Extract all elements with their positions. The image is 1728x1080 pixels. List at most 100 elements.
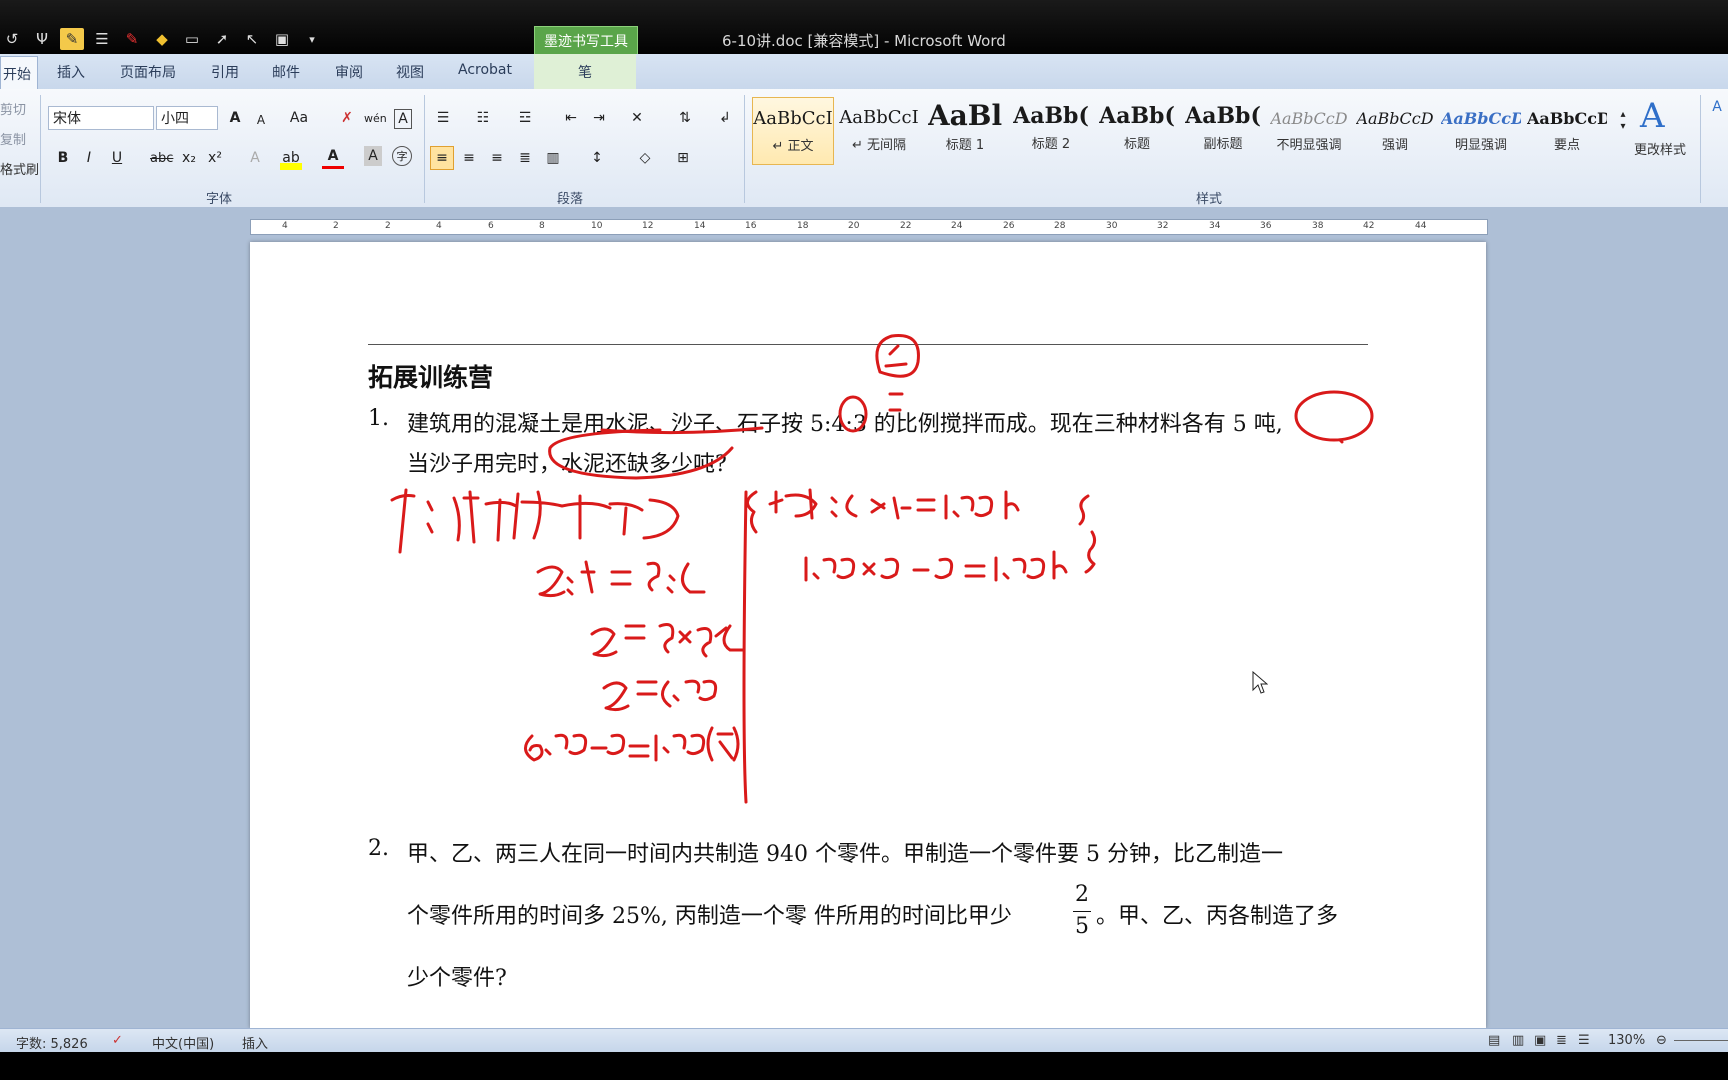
style-subtitle[interactable]: AaBb( 副标题 <box>1182 97 1264 165</box>
char-shading-icon[interactable]: A <box>364 146 382 166</box>
style-intense-emphasis[interactable]: AaBbCcD 明显强调 <box>1440 97 1522 165</box>
select-objects-icon[interactable]: ➚ <box>210 28 234 50</box>
undo-icon[interactable]: ↺ <box>0 28 24 50</box>
align-left-icon[interactable]: ≡ <box>430 146 454 170</box>
bullets-icon[interactable]: ☰ <box>432 106 454 130</box>
decrease-indent-icon[interactable]: ⇤ <box>560 106 582 130</box>
insert-mode[interactable]: 插入 <box>242 1033 268 1052</box>
highlighter-icon[interactable]: ◆ <box>150 28 174 50</box>
zoom-out-icon[interactable]: ⊖ <box>1656 1033 1667 1048</box>
gallery-scroll-icon[interactable]: ▴ ▾ <box>1612 109 1634 133</box>
ruler-tick-label: 34 <box>1209 221 1221 231</box>
ruler-tick-label: 36 <box>1260 221 1272 231</box>
line-spacing-icon[interactable]: ↕ <box>586 146 608 170</box>
outline-icon[interactable]: ≣ <box>1556 1033 1567 1048</box>
numbering-icon[interactable]: ☷ <box>472 106 494 130</box>
shading-icon[interactable]: ◇ <box>634 146 656 170</box>
change-case-button[interactable]: Aa <box>288 106 310 130</box>
underline-button[interactable]: U <box>106 146 128 170</box>
show-marks-icon[interactable]: ↲ <box>714 106 736 130</box>
ink-mark-above-ratio <box>875 334 920 412</box>
font-color-button[interactable]: A <box>322 146 344 169</box>
status-bar: 字数: 5,826 ✓ 中文(中国) 插入 ▤ ▥ ▣ ≣ ☰ 130% ⊖ <box>0 1028 1728 1053</box>
tab-acrobat[interactable]: Acrobat <box>458 62 512 78</box>
distributed-icon[interactable]: ▥ <box>542 146 564 170</box>
print-layout-icon[interactable]: ▤ <box>1488 1033 1500 1048</box>
clear-format-icon[interactable]: ✗ <box>336 106 358 130</box>
ink-circle-ratio <box>838 395 868 433</box>
chinese-layout-icon[interactable]: ✕ <box>626 106 648 130</box>
ruler-tick-label: 10 <box>591 221 603 231</box>
font-size-combo[interactable]: 小四 <box>156 106 218 130</box>
style-strong[interactable]: AaBbCcD 要点 <box>1526 97 1608 165</box>
style-normal[interactable]: AaBbCcI ↵ 正文 <box>752 97 834 165</box>
tab-references[interactable]: 引用 <box>211 62 239 82</box>
tab-mailings[interactable]: 邮件 <box>272 62 300 82</box>
multilevel-list-icon[interactable]: ☲ <box>514 106 536 130</box>
ruler-tick-label: 28 <box>1054 221 1066 231</box>
copy-button[interactable]: 复制 <box>0 129 26 148</box>
grow-font-button[interactable]: A <box>224 106 246 130</box>
style-title[interactable]: AaBb( 标题 <box>1096 97 1178 165</box>
tab-view[interactable]: 视图 <box>396 62 424 82</box>
draft-icon[interactable]: ☰ <box>1578 1033 1590 1048</box>
tab-review[interactable]: 审阅 <box>335 62 363 82</box>
font-name-combo[interactable]: 宋体 <box>48 106 154 130</box>
select-arrow-icon[interactable]: ↖ <box>240 28 264 50</box>
style-sample: AaBbCcI <box>753 108 833 129</box>
text-effects-icon[interactable]: A <box>244 146 266 170</box>
phonetic-guide-button[interactable]: wén <box>364 106 387 130</box>
justify-icon[interactable]: ≣ <box>514 146 536 170</box>
style-no-spacing[interactable]: AaBbCcI ↵ 无间隔 <box>838 97 920 165</box>
align-center-icon[interactable]: ≡ <box>458 146 480 170</box>
italic-button[interactable]: I <box>78 146 100 170</box>
align-right-icon[interactable]: ≡ <box>486 146 508 170</box>
bold-button[interactable]: B <box>52 146 74 170</box>
style-subtle-emphasis[interactable]: AaBbCcD 不明显强调 <box>1268 97 1350 165</box>
style-heading-2[interactable]: AaBb( 标题 2 <box>1010 97 1092 165</box>
ink-bracket-divider <box>742 490 758 804</box>
pen-color-icon[interactable]: ✎ <box>120 28 144 50</box>
strikethrough-button[interactable]: abc <box>150 146 173 170</box>
tab-insert[interactable]: 插入 <box>57 62 85 82</box>
style-name: ↵ 正文 <box>772 139 814 154</box>
borders-icon[interactable]: ⊞ <box>672 146 694 170</box>
highlight-color-icon[interactable]: ab <box>280 146 302 170</box>
cut-button[interactable]: 剪切 <box>0 99 26 118</box>
word-count[interactable]: 字数: 5,826 <box>16 1033 88 1052</box>
style-sample: AaBb( <box>1099 103 1175 129</box>
pen-mode-icon[interactable]: Ψ <box>30 28 54 50</box>
sort-icon[interactable]: ⇅ <box>674 106 696 130</box>
tab-home[interactable]: 开始 <box>0 56 38 90</box>
increase-indent-icon[interactable]: ⇥ <box>588 106 610 130</box>
eraser-icon[interactable]: ▭ <box>180 28 204 50</box>
window-icon[interactable]: ▣ <box>270 28 294 50</box>
style-emphasis[interactable]: AaBbCcD 强调 <box>1354 97 1436 165</box>
style-sample: AaBb( <box>1013 103 1089 129</box>
proofing-icon[interactable]: ✓ <box>112 1033 123 1048</box>
shrink-font-button[interactable]: A <box>250 108 272 132</box>
horizontal-ruler[interactable]: 4 2 2 4 6 8 10 12 14 16 18 20 22 24 26 28 30 32 34 36 38 42 44 <box>250 219 1488 235</box>
subscript-button[interactable]: x₂ <box>178 146 200 170</box>
zoom-level[interactable]: 130% <box>1608 1033 1645 1048</box>
document-page[interactable]: 拓展训练营 1. 建筑用的混凝土是用水泥、沙子、石子按 5:4:3 的比例搅拌而… <box>250 242 1486 1028</box>
language-indicator[interactable]: 中文(中国) <box>152 1033 214 1052</box>
change-styles-button[interactable]: 更改样式 <box>1634 139 1686 158</box>
editing-icon[interactable]: A <box>1706 95 1728 119</box>
enclose-char-button[interactable]: 字 <box>392 146 412 166</box>
line-weight-icon[interactable]: ☰ <box>90 28 114 50</box>
zoom-slider[interactable] <box>1674 1040 1728 1041</box>
tab-pen[interactable]: 笔 <box>534 54 636 90</box>
superscript-button[interactable]: x² <box>204 146 226 170</box>
web-layout-icon[interactable]: ▣ <box>1534 1033 1546 1048</box>
format-painter-button[interactable]: 格式刷 <box>0 159 39 178</box>
customize-qat-icon[interactable]: ▾ <box>300 28 324 50</box>
pen-icon[interactable]: ✎ <box>60 28 84 50</box>
change-styles-icon[interactable]: A <box>1640 93 1665 139</box>
reading-layout-icon[interactable]: ▥ <box>1512 1033 1524 1048</box>
style-sample: AaBl <box>927 99 1003 132</box>
tab-page-layout[interactable]: 页面布局 <box>120 62 176 82</box>
style-heading-1[interactable]: AaBl 标题 1 <box>924 97 1006 165</box>
char-border-button[interactable]: A <box>394 109 412 129</box>
ink-method2-brace <box>1078 494 1097 574</box>
